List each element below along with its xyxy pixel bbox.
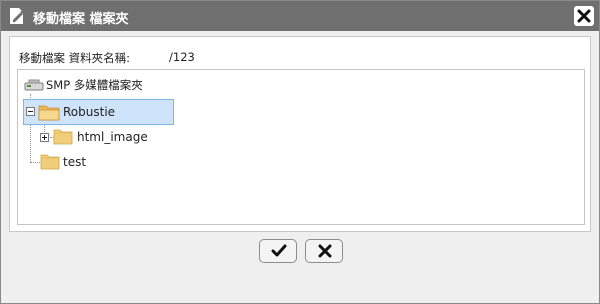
folder-tree: SMP 多媒體檔案夾 Robustie html_image test [17, 69, 585, 225]
collapse-toggle[interactable] [26, 107, 35, 116]
close-icon [577, 9, 591, 23]
expand-toggle[interactable] [40, 133, 49, 142]
folder-open-icon [38, 103, 60, 124]
cancel-button[interactable] [305, 239, 343, 263]
folder-name-value: /123 [169, 50, 195, 64]
content-panel: 移動檔案 資料夾名稱: /123 SMP 多媒體檔案夾 Robustie htm… [9, 36, 591, 232]
folder-icon [40, 153, 60, 173]
tree-item-robustie[interactable]: Robustie [23, 99, 174, 125]
tree-item-html-image[interactable]: html_image [40, 128, 170, 148]
title-bar: 移動檔案 檔案夾 [1, 1, 599, 31]
checkmark-icon [271, 244, 287, 257]
confirm-button[interactable] [259, 239, 297, 263]
edit-document-icon [7, 6, 27, 26]
folder-name-label: 移動檔案 資料夾名稱: [19, 51, 131, 65]
move-file-dialog: 移動檔案 檔案夾 移動檔案 資料夾名稱: /123 SMP 多媒體檔案夾 Rob… [0, 0, 600, 304]
tree-item-label: test [63, 155, 87, 169]
tree-item-label: html_image [77, 130, 148, 144]
folder-icon [53, 128, 73, 148]
x-icon [318, 244, 332, 258]
tree-root-label: SMP 多媒體檔案夾 [46, 78, 143, 92]
tree-item-label: Robustie [63, 105, 116, 119]
dialog-title: 移動檔案 檔案夾 [33, 12, 129, 27]
drive-icon [24, 79, 44, 94]
tree-item-test[interactable]: test [40, 153, 120, 173]
close-button[interactable] [574, 6, 594, 26]
